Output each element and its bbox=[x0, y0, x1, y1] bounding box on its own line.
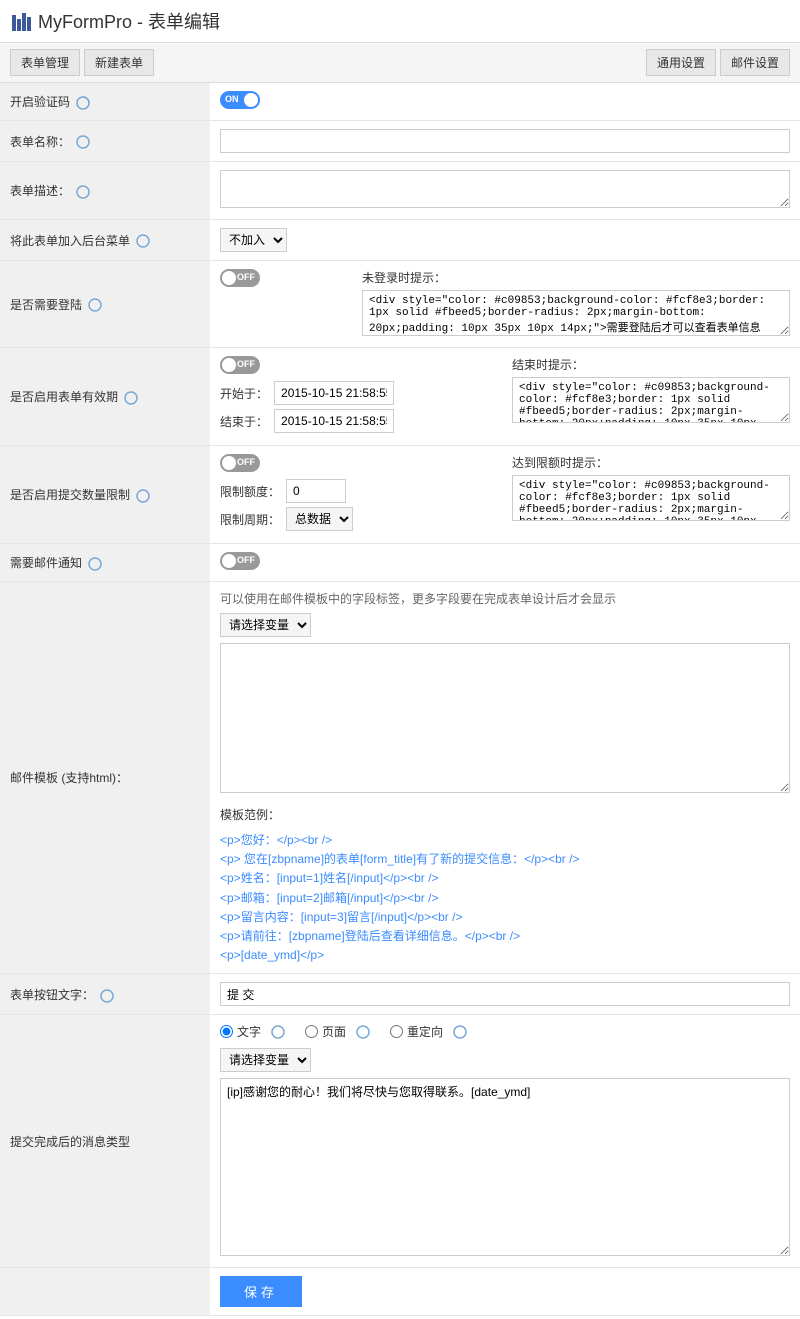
help-icon[interactable] bbox=[356, 1025, 370, 1039]
expire-label: 是否启用表单有效期 bbox=[10, 390, 118, 404]
help-icon[interactable] bbox=[136, 489, 150, 503]
mail-notify-label: 需要邮件通知 bbox=[10, 556, 82, 570]
form-name-input[interactable] bbox=[220, 129, 790, 153]
radio-text[interactable]: 文字 bbox=[220, 1023, 285, 1040]
page-title: MyFormPro - 表单编辑 bbox=[38, 8, 220, 34]
limit-period-label: 限制周期： bbox=[220, 511, 280, 528]
end-tip-label: 结束时提示： bbox=[512, 356, 790, 373]
after-submit-var-select[interactable]: 请选择变量 bbox=[220, 1048, 311, 1072]
logo-icon bbox=[12, 11, 32, 31]
form-name-label: 表单名称： bbox=[10, 135, 70, 149]
end-label: 结束于： bbox=[220, 413, 268, 430]
not-logged-tip-label: 未登录时提示： bbox=[362, 269, 790, 286]
button-text-input[interactable] bbox=[220, 982, 790, 1006]
start-label: 开始于： bbox=[220, 385, 268, 402]
help-icon[interactable] bbox=[100, 989, 114, 1003]
save-button[interactable]: 保存 bbox=[220, 1276, 302, 1307]
add-menu-label: 将此表单加入后台菜单 bbox=[10, 234, 130, 248]
help-icon[interactable] bbox=[88, 557, 102, 571]
help-icon[interactable] bbox=[76, 185, 90, 199]
after-submit-textarea[interactable]: [ip]感谢您的耐心！我们将尽快与您取得联系。[date_ymd] bbox=[220, 1078, 790, 1256]
help-icon[interactable] bbox=[76, 96, 90, 110]
mail-template-example: <p>您好：</p><br /> <p> 您在[zbpname]的表单[form… bbox=[220, 831, 790, 965]
form-settings-table: 开启验证码 ON 表单名称： 表单描述： 将此表单加入后台菜单 不加入 是否需要… bbox=[0, 83, 800, 1316]
mail-template-label: 邮件模板 (支持html)： bbox=[10, 771, 128, 785]
submit-limit-label: 是否启用提交数量限制 bbox=[10, 488, 130, 502]
button-text-label: 表单按钮文字： bbox=[10, 988, 94, 1002]
end-tip-textarea[interactable]: <div style="color: #c09853;background-co… bbox=[512, 377, 790, 423]
help-icon[interactable] bbox=[88, 298, 102, 312]
captcha-label: 开启验证码 bbox=[10, 95, 70, 109]
mail-template-textarea[interactable] bbox=[220, 643, 790, 793]
general-settings-button[interactable]: 通用设置 bbox=[646, 49, 716, 76]
new-form-button[interactable]: 新建表单 bbox=[84, 49, 154, 76]
help-icon[interactable] bbox=[76, 135, 90, 149]
mail-template-desc: 可以使用在邮件模板中的字段标签，更多字段要在完成表单设计后才会显示 bbox=[220, 590, 790, 607]
limit-period-select[interactable]: 总数据 bbox=[286, 507, 353, 531]
page-header: MyFormPro - 表单编辑 bbox=[0, 0, 800, 43]
example-title: 模板范例： bbox=[220, 806, 790, 823]
mail-settings-button[interactable]: 邮件设置 bbox=[720, 49, 790, 76]
form-desc-label: 表单描述： bbox=[10, 184, 70, 198]
start-date-input[interactable] bbox=[274, 381, 394, 405]
mail-template-var-select[interactable]: 请选择变量 bbox=[220, 613, 311, 637]
expire-toggle[interactable]: OFF bbox=[220, 356, 260, 374]
submit-limit-toggle[interactable]: OFF bbox=[220, 454, 260, 472]
not-logged-tip-textarea[interactable]: <div style="color: #c09853;background-co… bbox=[362, 290, 790, 336]
need-login-label: 是否需要登陆 bbox=[10, 298, 82, 312]
form-desc-input[interactable] bbox=[220, 170, 790, 208]
form-manage-button[interactable]: 表单管理 bbox=[10, 49, 80, 76]
add-menu-select[interactable]: 不加入 bbox=[220, 228, 287, 252]
limit-reached-tip-textarea[interactable]: <div style="color: #c09853;background-co… bbox=[512, 475, 790, 521]
end-date-input[interactable] bbox=[274, 409, 394, 433]
help-icon[interactable] bbox=[124, 391, 138, 405]
need-login-toggle[interactable]: OFF bbox=[220, 269, 260, 287]
mail-notify-toggle[interactable]: OFF bbox=[220, 552, 260, 570]
captcha-toggle[interactable]: ON bbox=[220, 91, 260, 109]
help-icon[interactable] bbox=[271, 1025, 285, 1039]
radio-redirect[interactable]: 重定向 bbox=[390, 1023, 467, 1040]
after-submit-label: 提交完成后的消息类型 bbox=[10, 1135, 130, 1149]
help-icon[interactable] bbox=[136, 234, 150, 248]
limit-reached-tip-label: 达到限额时提示： bbox=[512, 454, 790, 471]
radio-page[interactable]: 页面 bbox=[305, 1023, 370, 1040]
limit-amount-input[interactable] bbox=[286, 479, 346, 503]
help-icon[interactable] bbox=[453, 1025, 467, 1039]
limit-amount-label: 限制额度： bbox=[220, 483, 280, 500]
toolbar: 表单管理 新建表单 通用设置 邮件设置 bbox=[0, 43, 800, 83]
